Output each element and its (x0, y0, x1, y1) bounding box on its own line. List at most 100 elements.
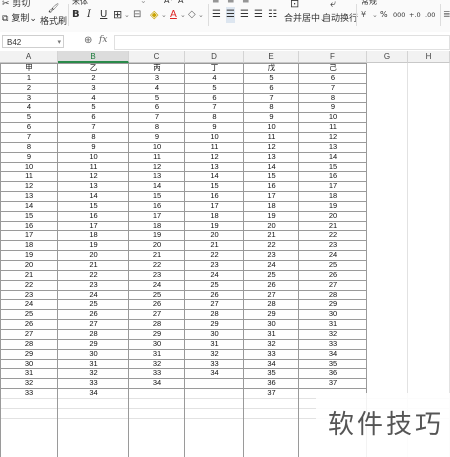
table-cell[interactable]: 1 (0, 73, 58, 82)
chevron-down-icon[interactable]: ⌄ (372, 7, 378, 23)
number-format-select[interactable]: 常规 (361, 0, 377, 7)
table-cell[interactable]: 5 (129, 93, 185, 102)
align-bottom-icon[interactable]: ≡ (242, 0, 250, 6)
table-cell[interactable]: 19 (0, 251, 58, 259)
column-header-c[interactable]: C (129, 51, 185, 63)
table-cell[interactable]: 9 (299, 103, 367, 111)
table-cell[interactable]: 33 (129, 369, 185, 377)
table-cell[interactable]: 25 (244, 270, 299, 279)
format-painter-button[interactable]: 🖌 格式刷 (40, 4, 67, 27)
table-cell[interactable]: 18 (185, 211, 244, 220)
table-cell[interactable]: 5 (0, 113, 58, 121)
underline-button[interactable]: U (100, 7, 107, 23)
table-cell[interactable]: 17 (185, 201, 244, 210)
table-cell[interactable]: 29 (244, 310, 299, 318)
table-cell[interactable]: 25 (58, 300, 129, 308)
table-cell[interactable]: 34 (185, 369, 244, 377)
table-cell[interactable]: 4 (129, 83, 185, 92)
table-cell[interactable]: 8 (244, 103, 299, 111)
table-cell[interactable]: 24 (244, 261, 299, 269)
table-cell[interactable]: 10 (129, 142, 185, 151)
table-cell[interactable]: 11 (58, 162, 129, 171)
table-cell[interactable]: 12 (299, 133, 367, 141)
table-cell[interactable]: 9 (244, 113, 299, 121)
table-cell[interactable]: 31 (299, 320, 367, 328)
table-cell[interactable]: 29 (0, 349, 58, 358)
table-cell[interactable]: 25 (299, 261, 367, 269)
table-cell[interactable]: 22 (185, 251, 244, 259)
table-cell[interactable]: 28 (129, 320, 185, 328)
font-shrink-icon[interactable]: A⁻ (178, 0, 188, 5)
table-cell[interactable]: 12 (58, 172, 129, 180)
table-cell[interactable]: 6 (185, 93, 244, 102)
table-cell[interactable]: 9 (129, 133, 185, 141)
table-cell[interactable]: 24 (185, 270, 244, 279)
table-cell[interactable]: 32 (185, 349, 244, 358)
fill-color-icon[interactable]: ◈ (150, 7, 158, 23)
table-cell[interactable]: 25 (185, 280, 244, 289)
table-cell[interactable]: 28 (58, 329, 129, 338)
table-cell[interactable]: 8 (58, 133, 129, 141)
table-cell[interactable]: 22 (129, 261, 185, 269)
table-cell[interactable]: 31 (185, 339, 244, 348)
table-cell[interactable]: 27 (185, 300, 244, 308)
table-cell[interactable]: 21 (129, 251, 185, 259)
table-cell[interactable]: 34 (244, 359, 299, 368)
table-cell[interactable]: 23 (0, 290, 58, 299)
table-cell[interactable]: 4 (185, 73, 244, 82)
table-cell[interactable]: 11 (244, 133, 299, 141)
table-cell[interactable]: 17 (129, 211, 185, 220)
table-cell[interactable]: 33 (0, 389, 58, 397)
italic-button[interactable]: I (87, 7, 91, 23)
table-cell[interactable]: 13 (58, 182, 129, 190)
table-cell[interactable]: 4 (0, 103, 58, 111)
wrap-text-button[interactable]: 自动换行 (322, 11, 358, 24)
table-cell[interactable]: 16 (185, 192, 244, 200)
table-cell[interactable]: 23 (185, 261, 244, 269)
table-cell[interactable]: 9 (185, 123, 244, 131)
table-cell[interactable]: 3 (58, 83, 129, 92)
table-cell[interactable]: 29 (58, 339, 129, 348)
table-cell[interactable]: 24 (0, 300, 58, 308)
table-cell[interactable]: 12 (244, 142, 299, 151)
increase-decimal-button[interactable]: +.0 (409, 7, 421, 23)
table-cell[interactable]: 24 (58, 290, 129, 299)
table-cell[interactable]: 19 (129, 231, 185, 239)
bold-button[interactable]: B (72, 7, 80, 23)
name-box[interactable]: B42 ▾ (2, 35, 64, 48)
header-cell[interactable]: 己 (299, 64, 367, 72)
table-cell[interactable]: 14 (244, 162, 299, 171)
table-cell[interactable]: 33 (244, 349, 299, 358)
table-cell[interactable]: 9 (0, 152, 58, 161)
table-cell[interactable]: 26 (299, 270, 367, 279)
table-cell[interactable]: 15 (58, 201, 129, 210)
border-icon[interactable]: ⊞ (113, 7, 122, 23)
table-cell[interactable]: 6 (129, 103, 185, 111)
table-cell[interactable]: 15 (299, 162, 367, 171)
header-cell[interactable]: 甲 (0, 64, 58, 72)
table-cell[interactable]: 30 (58, 349, 129, 358)
column-header-h[interactable]: H (408, 51, 450, 63)
table-cell[interactable]: 12 (129, 162, 185, 171)
chevron-down-icon[interactable]: ⌄ (161, 7, 167, 23)
table-cell[interactable]: 20 (0, 261, 58, 269)
merge-icon[interactable]: ⊡ (290, 0, 299, 10)
justify-icon[interactable]: ☰ (254, 7, 263, 23)
table-cell[interactable]: 14 (185, 172, 244, 180)
table-cell[interactable]: 26 (244, 280, 299, 289)
table-cell[interactable]: 15 (185, 182, 244, 190)
table-cell[interactable]: 20 (129, 241, 185, 249)
table-cell[interactable]: 16 (299, 172, 367, 180)
thousands-button[interactable]: 000 (393, 7, 405, 23)
table-cell[interactable]: 2 (58, 73, 129, 82)
table-cell[interactable]: 26 (185, 290, 244, 299)
table-cell[interactable]: 18 (244, 201, 299, 210)
font-grow-icon[interactable]: A⁺ (164, 0, 174, 5)
table-cell[interactable]: 7 (299, 83, 367, 92)
table-cell[interactable]: 30 (299, 310, 367, 318)
table-cell[interactable]: 6 (0, 123, 58, 131)
table-cell[interactable]: 17 (58, 221, 129, 230)
table-cell[interactable]: 6 (244, 83, 299, 92)
column-header-d[interactable]: D (185, 51, 244, 63)
table-cell[interactable]: 23 (58, 280, 129, 289)
